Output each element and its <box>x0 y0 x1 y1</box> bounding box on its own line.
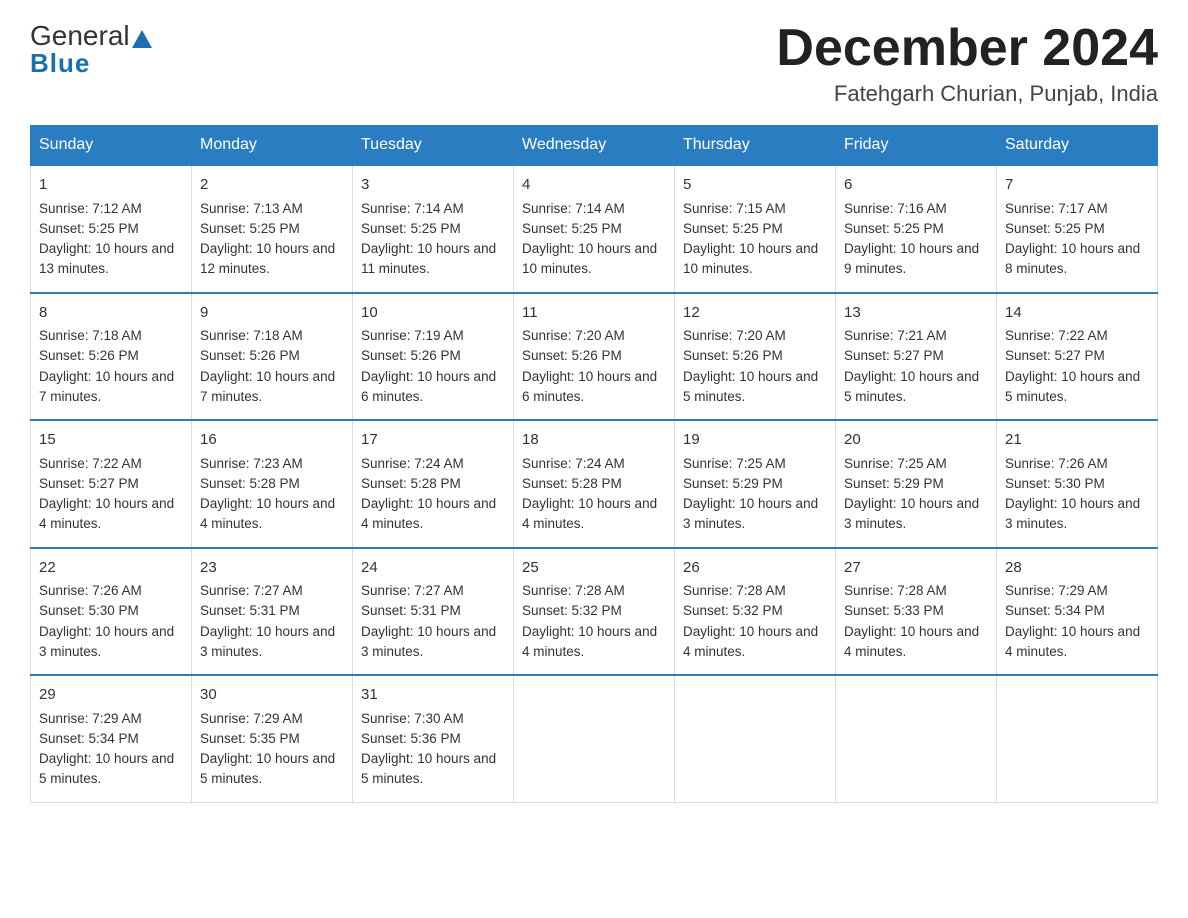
day-number: 7 <box>1005 174 1149 197</box>
calendar-cell: 2Sunrise: 7:13 AMSunset: 5:25 PMDaylight… <box>192 165 353 293</box>
day-number: 13 <box>844 302 988 325</box>
calendar-cell: 25Sunrise: 7:28 AMSunset: 5:32 PMDayligh… <box>514 548 675 676</box>
calendar-cell: 9Sunrise: 7:18 AMSunset: 5:26 PMDaylight… <box>192 293 353 421</box>
day-number: 10 <box>361 302 505 325</box>
calendar-cell: 28Sunrise: 7:29 AMSunset: 5:34 PMDayligh… <box>997 548 1158 676</box>
subtitle: Fatehgarh Churian, Punjab, India <box>776 81 1158 107</box>
header-thursday: Thursday <box>675 126 836 166</box>
day-number: 25 <box>522 557 666 580</box>
day-number: 26 <box>683 557 827 580</box>
calendar-cell: 11Sunrise: 7:20 AMSunset: 5:26 PMDayligh… <box>514 293 675 421</box>
calendar-cell: 3Sunrise: 7:14 AMSunset: 5:25 PMDaylight… <box>353 165 514 293</box>
title-section: December 2024 Fatehgarh Churian, Punjab,… <box>776 20 1158 107</box>
day-number: 27 <box>844 557 988 580</box>
logo-triangle-icon <box>132 26 152 48</box>
calendar-cell: 10Sunrise: 7:19 AMSunset: 5:26 PMDayligh… <box>353 293 514 421</box>
calendar-cell: 15Sunrise: 7:22 AMSunset: 5:27 PMDayligh… <box>31 420 192 548</box>
week-row-1: 1Sunrise: 7:12 AMSunset: 5:25 PMDaylight… <box>31 165 1158 293</box>
calendar-cell: 8Sunrise: 7:18 AMSunset: 5:26 PMDaylight… <box>31 293 192 421</box>
calendar-table: SundayMondayTuesdayWednesdayThursdayFrid… <box>30 125 1158 803</box>
calendar-cell: 14Sunrise: 7:22 AMSunset: 5:27 PMDayligh… <box>997 293 1158 421</box>
calendar-cell: 13Sunrise: 7:21 AMSunset: 5:27 PMDayligh… <box>836 293 997 421</box>
header-friday: Friday <box>836 126 997 166</box>
logo: General Blue <box>30 20 152 79</box>
calendar-cell: 21Sunrise: 7:26 AMSunset: 5:30 PMDayligh… <box>997 420 1158 548</box>
day-number: 5 <box>683 174 827 197</box>
day-number: 15 <box>39 429 183 452</box>
calendar-cell <box>997 675 1158 802</box>
day-number: 17 <box>361 429 505 452</box>
calendar-cell <box>514 675 675 802</box>
calendar-cell: 26Sunrise: 7:28 AMSunset: 5:32 PMDayligh… <box>675 548 836 676</box>
day-number: 6 <box>844 174 988 197</box>
day-number: 8 <box>39 302 183 325</box>
calendar-cell: 20Sunrise: 7:25 AMSunset: 5:29 PMDayligh… <box>836 420 997 548</box>
calendar-cell: 1Sunrise: 7:12 AMSunset: 5:25 PMDaylight… <box>31 165 192 293</box>
day-number: 2 <box>200 174 344 197</box>
page-header: General Blue December 2024 Fatehgarh Chu… <box>30 20 1158 107</box>
week-row-5: 29Sunrise: 7:29 AMSunset: 5:34 PMDayligh… <box>31 675 1158 802</box>
day-number: 1 <box>39 174 183 197</box>
week-row-3: 15Sunrise: 7:22 AMSunset: 5:27 PMDayligh… <box>31 420 1158 548</box>
calendar-header: SundayMondayTuesdayWednesdayThursdayFrid… <box>31 126 1158 166</box>
week-row-4: 22Sunrise: 7:26 AMSunset: 5:30 PMDayligh… <box>31 548 1158 676</box>
day-number: 20 <box>844 429 988 452</box>
calendar-cell: 19Sunrise: 7:25 AMSunset: 5:29 PMDayligh… <box>675 420 836 548</box>
day-number: 12 <box>683 302 827 325</box>
day-number: 23 <box>200 557 344 580</box>
calendar-cell: 17Sunrise: 7:24 AMSunset: 5:28 PMDayligh… <box>353 420 514 548</box>
calendar-cell: 27Sunrise: 7:28 AMSunset: 5:33 PMDayligh… <box>836 548 997 676</box>
calendar-cell: 24Sunrise: 7:27 AMSunset: 5:31 PMDayligh… <box>353 548 514 676</box>
calendar-cell: 16Sunrise: 7:23 AMSunset: 5:28 PMDayligh… <box>192 420 353 548</box>
calendar-cell: 4Sunrise: 7:14 AMSunset: 5:25 PMDaylight… <box>514 165 675 293</box>
day-number: 28 <box>1005 557 1149 580</box>
day-number: 9 <box>200 302 344 325</box>
calendar-cell: 5Sunrise: 7:15 AMSunset: 5:25 PMDaylight… <box>675 165 836 293</box>
day-number: 3 <box>361 174 505 197</box>
main-title: December 2024 <box>776 20 1158 77</box>
calendar-cell: 31Sunrise: 7:30 AMSunset: 5:36 PMDayligh… <box>353 675 514 802</box>
header-saturday: Saturday <box>997 126 1158 166</box>
header-monday: Monday <box>192 126 353 166</box>
calendar-cell: 18Sunrise: 7:24 AMSunset: 5:28 PMDayligh… <box>514 420 675 548</box>
day-number: 14 <box>1005 302 1149 325</box>
header-sunday: Sunday <box>31 126 192 166</box>
calendar-cell: 12Sunrise: 7:20 AMSunset: 5:26 PMDayligh… <box>675 293 836 421</box>
calendar-cell: 22Sunrise: 7:26 AMSunset: 5:30 PMDayligh… <box>31 548 192 676</box>
calendar-cell: 29Sunrise: 7:29 AMSunset: 5:34 PMDayligh… <box>31 675 192 802</box>
day-number: 30 <box>200 684 344 707</box>
day-number: 22 <box>39 557 183 580</box>
day-number: 24 <box>361 557 505 580</box>
day-number: 29 <box>39 684 183 707</box>
calendar-cell: 30Sunrise: 7:29 AMSunset: 5:35 PMDayligh… <box>192 675 353 802</box>
calendar-body: 1Sunrise: 7:12 AMSunset: 5:25 PMDaylight… <box>31 165 1158 802</box>
calendar-cell <box>675 675 836 802</box>
header-wednesday: Wednesday <box>514 126 675 166</box>
day-number: 4 <box>522 174 666 197</box>
header-tuesday: Tuesday <box>353 126 514 166</box>
calendar-cell: 6Sunrise: 7:16 AMSunset: 5:25 PMDaylight… <box>836 165 997 293</box>
day-number: 21 <box>1005 429 1149 452</box>
calendar-cell: 23Sunrise: 7:27 AMSunset: 5:31 PMDayligh… <box>192 548 353 676</box>
day-number: 31 <box>361 684 505 707</box>
day-number: 18 <box>522 429 666 452</box>
week-row-2: 8Sunrise: 7:18 AMSunset: 5:26 PMDaylight… <box>31 293 1158 421</box>
calendar-cell <box>836 675 997 802</box>
calendar-cell: 7Sunrise: 7:17 AMSunset: 5:25 PMDaylight… <box>997 165 1158 293</box>
logo-blue: Blue <box>30 48 90 79</box>
day-number: 19 <box>683 429 827 452</box>
day-number: 11 <box>522 302 666 325</box>
day-number: 16 <box>200 429 344 452</box>
